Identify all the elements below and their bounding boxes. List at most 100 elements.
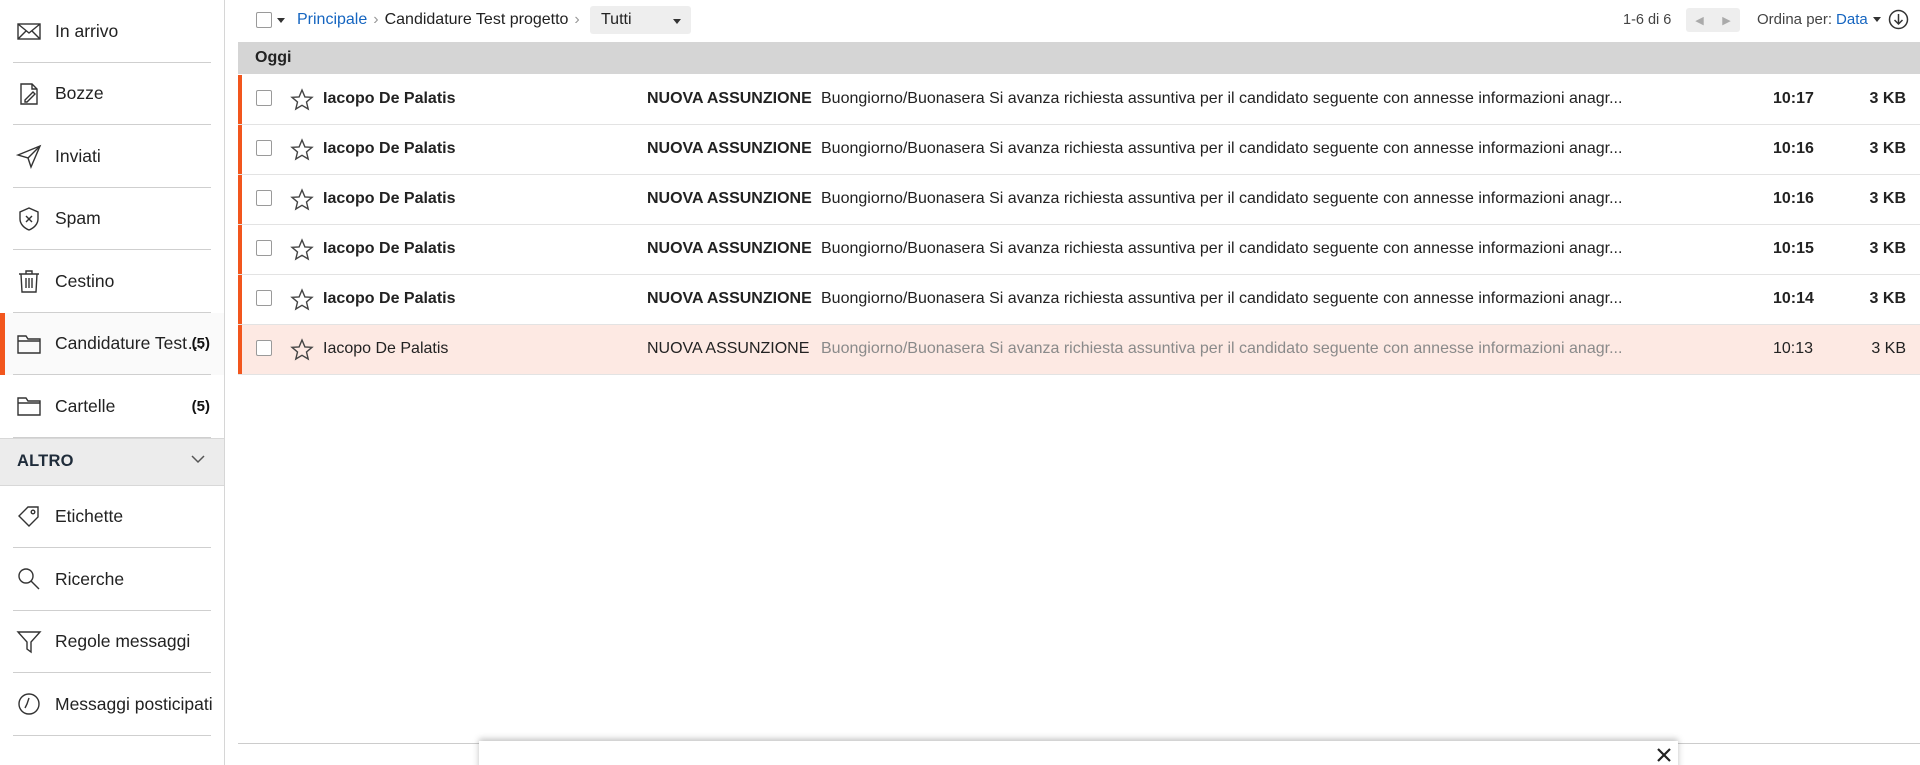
message-row[interactable]: Iacopo De Palatis NUOVA ASSUNZIONE Buong… (238, 175, 1920, 225)
section-title: ALTRO (17, 452, 74, 470)
message-subject: NUOVA ASSUNZIONE (647, 340, 810, 357)
row-checkbox[interactable] (256, 190, 272, 206)
message-preview: Buongiorno/Buonasera Si avanza richiesta… (821, 190, 1623, 207)
clock-icon (16, 691, 42, 717)
message-subject: NUOVA ASSUNZIONE (647, 90, 812, 107)
star-icon[interactable] (290, 238, 314, 262)
paging-text: 1-6 di 6 (1623, 12, 1672, 28)
message-sender: Iacopo De Palatis (323, 140, 456, 157)
filter-dropdown[interactable]: Tutti (590, 6, 691, 34)
breadcrumb: Principale › Candidature Test progetto › (297, 11, 586, 29)
star-icon[interactable] (290, 88, 314, 112)
message-subject: NUOVA ASSUNZIONE (647, 290, 812, 307)
sidebar-item-label: Cestino (55, 270, 115, 291)
sidebar-item-label: Etichette (55, 506, 124, 527)
sidebar-item-spam[interactable]: Spam (0, 188, 224, 251)
next-page-button[interactable]: ▶ (1722, 14, 1730, 27)
star-icon[interactable] (290, 138, 314, 162)
row-checkbox[interactable] (256, 140, 272, 156)
sort-direction-icon[interactable] (1888, 9, 1909, 30)
pager: ◀ ▶ (1686, 8, 1740, 32)
sidebar-item-label: Bozze (55, 83, 104, 104)
message-row[interactable]: Iacopo De Palatis NUOVA ASSUNZIONE Buong… (238, 225, 1920, 275)
sidebar-item-label: Messaggi posticipati (55, 693, 213, 714)
message-size: 3 KB (1869, 90, 1906, 107)
sort-label: Ordina per: (1757, 11, 1833, 28)
sidebar-item-sent[interactable]: Inviati (0, 125, 224, 188)
sidebar-item-labels[interactable]: Etichette (0, 486, 224, 549)
sort-value: Data (1836, 11, 1868, 28)
caret-down-icon (673, 19, 681, 24)
shield-icon (16, 206, 42, 232)
message-preview: Buongiorno/Buonasera Si avanza richiesta… (821, 140, 1623, 157)
sidebar-section-altro[interactable]: ALTRO (0, 437, 224, 486)
message-sender: Iacopo De Palatis (323, 240, 456, 257)
sidebar-item-label: In arrivo (55, 20, 119, 41)
message-list-pane: Principale › Candidature Test progetto ›… (238, 0, 1920, 765)
message-time: 10:16 (1773, 190, 1814, 207)
message-row[interactable]: Iacopo De Palatis NUOVA ASSUNZIONE Buong… (238, 125, 1920, 175)
sidebar-item-rules[interactable]: Regole messaggi (0, 611, 224, 674)
message-list: Iacopo De Palatis NUOVA ASSUNZIONE Buong… (238, 75, 1920, 375)
breadcrumb-current: Candidature Test progetto (384, 11, 569, 28)
chevron-down-icon (190, 451, 206, 472)
message-sender: Iacopo De Palatis (323, 190, 456, 207)
message-size: 3 KB (1869, 240, 1906, 257)
message-time: 10:14 (1773, 290, 1814, 307)
message-row[interactable]: Iacopo De Palatis NUOVA ASSUNZIONE Buong… (238, 275, 1920, 325)
group-header-today: Oggi (238, 42, 1920, 74)
star-icon[interactable] (290, 338, 314, 362)
caret-down-icon (1872, 17, 1881, 22)
sidebar-item-candidature[interactable]: Candidature Test progetto (5) (0, 312, 224, 375)
message-preview: Buongiorno/Buonasera Si avanza richiesta… (821, 340, 1623, 357)
message-time: 10:15 (1773, 240, 1814, 257)
toolbar: Principale › Candidature Test progetto ›… (238, 0, 1920, 40)
sidebar: In arrivo Bozze Inviati Spam Cestino Can… (0, 0, 225, 765)
message-size: 3 KB (1869, 190, 1906, 207)
message-time: 10:13 (1773, 340, 1814, 357)
message-sender: Iacopo De Palatis (323, 90, 456, 107)
sidebar-item-trash[interactable]: Cestino (0, 250, 224, 313)
sidebar-item-label: Ricerche (55, 568, 125, 589)
unread-count: (5) (191, 397, 210, 415)
send-icon (16, 143, 42, 170)
checkbox[interactable] (256, 12, 272, 28)
caret-down-icon[interactable] (277, 17, 285, 23)
sidebar-item-snoozed[interactable]: Messaggi posticipati (0, 673, 224, 736)
message-subject: NUOVA ASSUNZIONE (647, 140, 812, 157)
sidebar-item-label: Inviati (55, 145, 101, 166)
sidebar-item-searches[interactable]: Ricerche (0, 548, 224, 611)
filter-value: Tutti (601, 11, 632, 28)
filter-icon (16, 629, 42, 655)
sidebar-item-label: Cartelle (55, 395, 116, 416)
draft-icon (16, 81, 42, 107)
sidebar-item-folders[interactable]: Cartelle (5) (0, 375, 224, 438)
row-checkbox[interactable] (256, 340, 272, 356)
sidebar-item-inbox[interactable]: In arrivo (0, 0, 224, 63)
message-row[interactable]: Iacopo De Palatis NUOVA ASSUNZIONE Buong… (238, 325, 1920, 375)
sidebar-item-label: Regole messaggi (55, 631, 191, 652)
message-row[interactable]: Iacopo De Palatis NUOVA ASSUNZIONE Buong… (238, 75, 1920, 125)
sort-dropdown[interactable]: Ordina per: Data (1757, 11, 1881, 28)
select-all-checkbox[interactable] (256, 12, 285, 28)
star-icon[interactable] (290, 288, 314, 312)
message-preview: Buongiorno/Buonasera Si avanza richiesta… (821, 290, 1623, 307)
mail-app: In arrivo Bozze Inviati Spam Cestino Can… (0, 0, 1920, 765)
message-preview: Buongiorno/Buonasera Si avanza richiesta… (821, 90, 1623, 107)
star-icon[interactable] (290, 188, 314, 212)
row-checkbox[interactable] (256, 290, 272, 306)
row-checkbox[interactable] (256, 90, 272, 106)
sidebar-item-drafts[interactable]: Bozze (0, 63, 224, 126)
search-icon (16, 566, 42, 592)
message-sender: Iacopo De Palatis (323, 290, 456, 307)
close-icon[interactable] (1656, 747, 1672, 763)
prev-page-button[interactable]: ◀ (1695, 14, 1703, 27)
tag-icon (16, 504, 42, 530)
sidebar-item-label: Candidature Test progetto (55, 333, 205, 354)
envelope-icon (16, 18, 42, 44)
message-subject: NUOVA ASSUNZIONE (647, 240, 812, 257)
breadcrumb-root-link[interactable]: Principale (297, 11, 367, 29)
message-subject: NUOVA ASSUNZIONE (647, 190, 812, 207)
sidebar-item-label: Spam (55, 208, 101, 229)
row-checkbox[interactable] (256, 240, 272, 256)
